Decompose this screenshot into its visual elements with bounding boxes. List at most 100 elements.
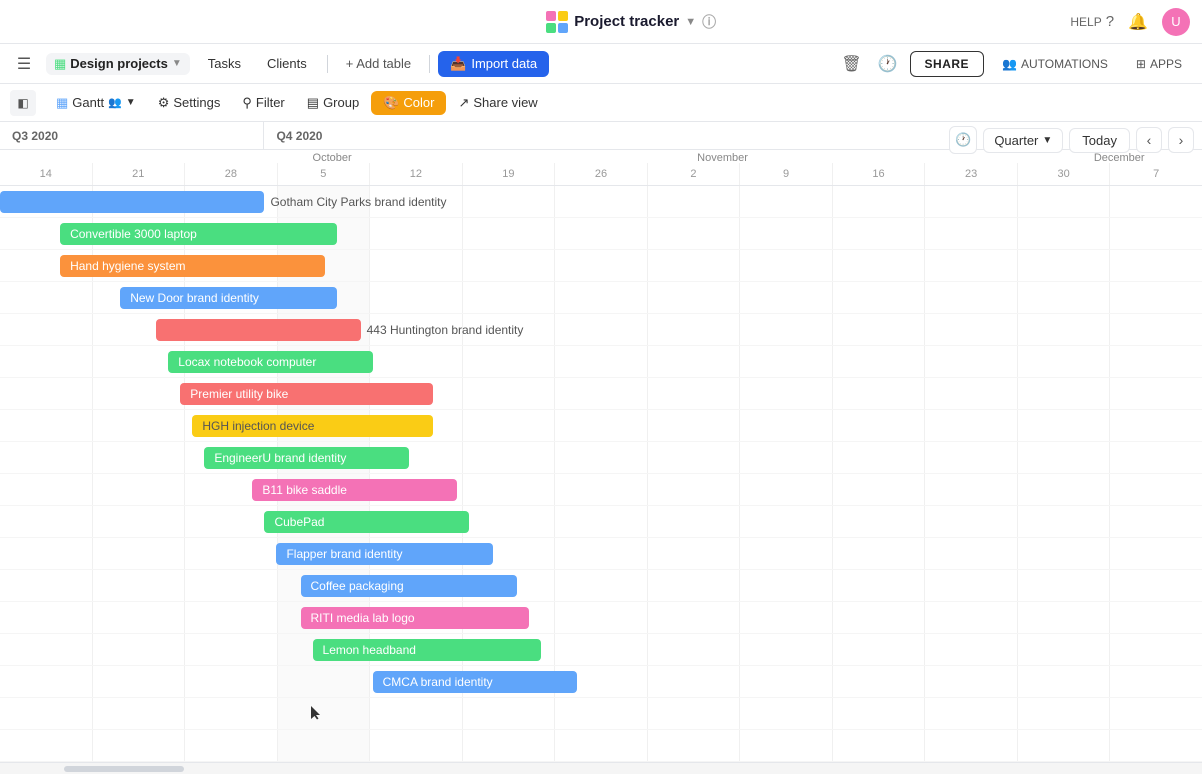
app-title: Project tracker: [574, 13, 679, 30]
share-view-label: Share view: [473, 95, 537, 110]
horizontal-scrollbar[interactable]: [0, 762, 1202, 774]
gantt-row-premier: Premier utility bike: [0, 378, 1202, 410]
share-view-button[interactable]: ↗ Share view: [448, 91, 547, 115]
app-title-area: Project tracker ▼ ⓘ: [546, 11, 716, 33]
gantt-icon: ▦: [56, 95, 68, 111]
date-navigation: 🕐 Quarter ▼ Today ‹ ›: [941, 122, 1202, 158]
gantt-row-hand-hygiene: Hand hygiene system: [0, 250, 1202, 282]
next-button[interactable]: ›: [1168, 127, 1194, 153]
bar-b11[interactable]: B11 bike saddle: [252, 479, 456, 501]
bar-convertible[interactable]: Convertible 3000 laptop: [60, 223, 336, 245]
automations-button[interactable]: 👥 AUTOMATIONS: [992, 52, 1118, 76]
bar-new-door-label: New Door brand identity: [130, 291, 259, 305]
bar-hgh[interactable]: HGH injection device: [192, 415, 432, 437]
bell-icon[interactable]: 🔔: [1128, 12, 1148, 32]
info-icon[interactable]: ⓘ: [702, 12, 716, 32]
add-table-button[interactable]: + Add table: [336, 52, 421, 75]
color-icon: 🎨: [383, 95, 399, 111]
history-button[interactable]: 🕐: [874, 50, 902, 78]
bar-engineeru[interactable]: EngineerU brand identity: [204, 447, 408, 469]
user-avatar[interactable]: U: [1162, 8, 1190, 36]
color-button[interactable]: 🎨 Color: [371, 91, 446, 115]
view-toolbar: ◧ ▦ Gantt 👥 ▼ ⚙ Settings ⚲ Filter ▤ Grou…: [0, 84, 1202, 122]
gantt-row-flapper: Flapper brand identity: [0, 538, 1202, 570]
bar-riti[interactable]: RITI media lab logo: [301, 607, 529, 629]
import-icon: 📥: [450, 56, 466, 72]
table-name-area[interactable]: ▦ Design projects ▼: [46, 53, 190, 75]
gantt-view-button[interactable]: ▦ Gantt 👥 ▼: [46, 91, 146, 115]
date-23: 23: [925, 163, 1018, 185]
bar-new-door[interactable]: New Door brand identity: [120, 287, 336, 309]
apps-label: APPS: [1150, 57, 1182, 71]
date-9: 9: [740, 163, 833, 185]
menu-icon[interactable]: ☰: [10, 50, 38, 78]
gantt-row-hgh: HGH injection device: [0, 410, 1202, 442]
date-19: 19: [463, 163, 556, 185]
quarter-dropdown-icon: ▼: [1042, 135, 1052, 146]
toolbar-separator-2: [429, 55, 430, 73]
date-26: 26: [555, 163, 648, 185]
gantt-row-lemon: Lemon headband: [0, 634, 1202, 666]
q3-label: Q3 2020: [0, 122, 264, 149]
title-dropdown-icon[interactable]: ▼: [685, 16, 696, 28]
import-label: Import data: [471, 56, 537, 71]
topbar-right: HELP ? 🔔 U: [1070, 8, 1190, 36]
bar-premier-label: Premier utility bike: [190, 387, 288, 401]
help-icon: ?: [1106, 13, 1114, 30]
bar-hgh-label: HGH injection device: [202, 419, 314, 433]
automations-icon: 👥: [1002, 57, 1017, 71]
quarter-selector[interactable]: Quarter ▼: [983, 128, 1063, 153]
gantt-row-new-door: New Door brand identity: [0, 282, 1202, 314]
bar-443-visual[interactable]: [156, 319, 360, 341]
gantt-row-cubepad: CubePad: [0, 506, 1202, 538]
bar-cubepad-label: CubePad: [274, 515, 324, 529]
bar-lemon-label: Lemon headband: [323, 643, 416, 657]
date-16: 16: [833, 163, 926, 185]
bar-engineeru-label: EngineerU brand identity: [214, 451, 346, 465]
timeline-clock-button[interactable]: 🕐: [949, 126, 977, 154]
trash-button[interactable]: 🗑: [837, 50, 865, 78]
bar-flapper-label: Flapper brand identity: [286, 547, 402, 561]
clients-tab[interactable]: Clients: [255, 52, 319, 75]
share-button[interactable]: SHARE: [910, 51, 985, 77]
sidebar-toggle-button[interactable]: ◧: [10, 90, 36, 116]
table-icon: ▦: [54, 56, 66, 72]
gantt-row-cmca: CMCA brand identity: [0, 666, 1202, 698]
gantt-rows: Gotham City Parks brand identity Gotham …: [0, 186, 1202, 762]
quarter-label: Quarter: [994, 133, 1038, 148]
bar-lemon[interactable]: Lemon headband: [313, 639, 541, 661]
empty-row-2: [0, 730, 1202, 762]
bar-riti-label: RITI media lab logo: [311, 611, 415, 625]
bar-premier[interactable]: Premier utility bike: [180, 383, 432, 405]
bar-hand-hygiene[interactable]: Hand hygiene system: [60, 255, 324, 277]
bar-coffee[interactable]: Coffee packaging: [301, 575, 517, 597]
filter-button[interactable]: ⚲ Filter: [232, 91, 294, 115]
import-button[interactable]: 📥 Import data: [438, 51, 549, 77]
date-14: 14: [0, 163, 93, 185]
bar-gotham[interactable]: Gotham City Parks brand identity: [0, 191, 264, 213]
bar-cmca[interactable]: CMCA brand identity: [373, 671, 577, 693]
bar-flapper[interactable]: Flapper brand identity: [276, 543, 492, 565]
help-label: HELP: [1070, 15, 1101, 29]
help-button[interactable]: HELP ?: [1070, 13, 1114, 30]
group-button[interactable]: ▤ Group: [297, 91, 369, 115]
settings-button[interactable]: ⚙ Settings: [148, 91, 231, 115]
topbar: Project tracker ▼ ⓘ HELP ? 🔔 U: [0, 0, 1202, 44]
date-28: 28: [185, 163, 278, 185]
bar-locax[interactable]: Locax notebook computer: [168, 351, 372, 373]
dates-row: 14 21 28 5 12 19 26 2 9 16 23 30 7: [0, 163, 1202, 185]
gantt-row-riti: RITI media lab logo: [0, 602, 1202, 634]
gantt-row-convertible: Convertible 3000 laptop: [0, 218, 1202, 250]
gantt-label: Gantt: [72, 95, 104, 110]
apps-button[interactable]: ⊞ APPS: [1126, 52, 1192, 76]
tasks-tab[interactable]: Tasks: [196, 52, 253, 75]
bar-coffee-label: Coffee packaging: [311, 579, 404, 593]
scrollbar-thumb[interactable]: [64, 766, 184, 772]
app-logo-icon: [546, 11, 568, 33]
table-dropdown-icon: ▼: [172, 58, 182, 69]
bar-gotham-text: Gotham City Parks brand identity: [270, 195, 446, 209]
bar-cubepad[interactable]: CubePad: [264, 511, 468, 533]
prev-button[interactable]: ‹: [1136, 127, 1162, 153]
toolbar-separator: [327, 55, 328, 73]
today-button[interactable]: Today: [1069, 128, 1130, 153]
